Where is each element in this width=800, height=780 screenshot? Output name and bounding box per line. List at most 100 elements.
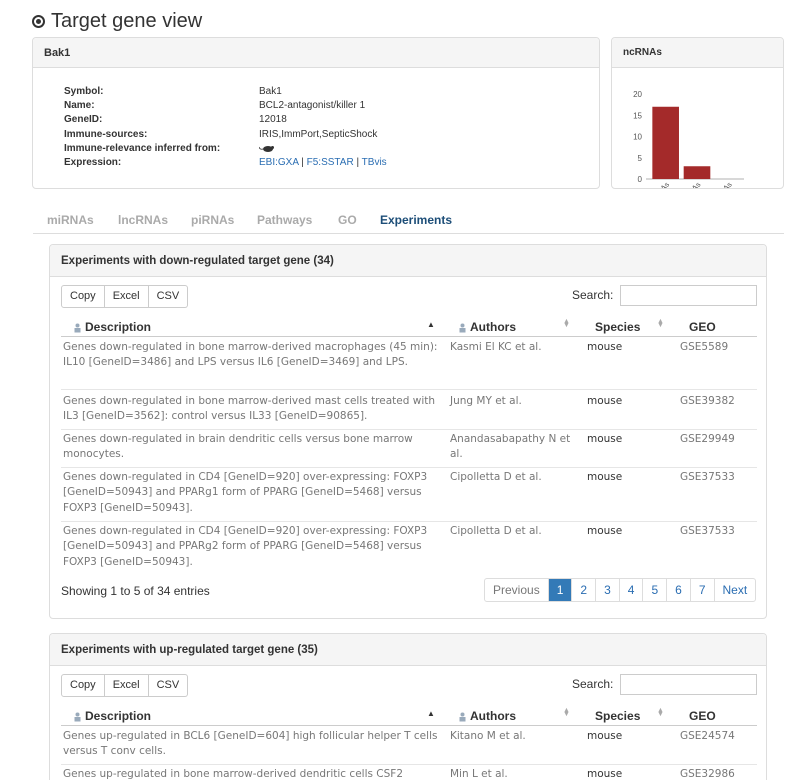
gene-info-panel: Bak1 Symbol: Bak1 Name: BCL2-antagonist/… — [32, 37, 600, 189]
tab-mirnas[interactable]: miRNAs — [47, 213, 94, 227]
geneid-link[interactable]: 12018 — [259, 113, 287, 127]
excel-button[interactable]: Excel — [104, 285, 149, 308]
table-row: Genes down-regulated in bone marrow-deri… — [61, 340, 757, 390]
sort-asc-icon[interactable]: ▲ — [427, 709, 435, 718]
y-tick-label: 20 — [633, 90, 642, 99]
page-6-button[interactable]: 6 — [666, 579, 690, 601]
csv-button[interactable]: CSV — [148, 285, 189, 308]
row-geo: GSE32986 — [680, 768, 735, 780]
page-title-text: Target gene view — [51, 10, 203, 32]
col-geo[interactable]: GEO — [689, 320, 716, 334]
relevance-value — [259, 142, 275, 156]
ncrna-panel-heading: ncRNAs — [612, 38, 783, 68]
page-1-button[interactable]: 1 — [547, 579, 572, 601]
gene-row-symbol: Symbol: Bak1 — [64, 85, 387, 99]
row-description: Genes up-regulated in BCL6 [GeneID=604] … — [63, 730, 438, 758]
mouse-icon[interactable] — [259, 144, 275, 153]
sources-value: IRIS,ImmPort,SepticShock — [259, 128, 378, 140]
row-geo: GSE37533 — [680, 525, 735, 537]
export-buttons: Copy Excel CSV — [61, 674, 189, 697]
search-label: Search: — [572, 288, 614, 302]
ncrna-chart: 0 5 10 15 20 miRNAs lncRNAs piRNAs — [633, 90, 744, 188]
copy-button[interactable]: Copy — [61, 674, 105, 697]
col-species[interactable]: Species — [595, 320, 640, 334]
row-description: Genes down-regulated in CD4 [GeneID=920]… — [63, 471, 428, 514]
tab-go[interactable]: GO — [338, 213, 357, 227]
page-3-button[interactable]: 3 — [595, 579, 619, 601]
f5-sstar-link[interactable]: F5:SSTAR — [307, 157, 354, 168]
copy-button[interactable]: Copy — [61, 285, 105, 308]
row-authors: Cipolletta D et al. — [450, 525, 542, 537]
bar-mirnas — [652, 106, 679, 179]
next-button[interactable]: Next — [713, 579, 756, 601]
row-description: Genes up-regulated in bone marrow-derive… — [63, 768, 404, 780]
ebi-gxa-link[interactable]: EBI:GXA — [259, 157, 298, 168]
col-species[interactable]: Species — [595, 709, 640, 723]
gene-row-relevance: Immune-relevance inferred from: — [64, 142, 387, 156]
row-authors: Kitano M et al. — [450, 730, 526, 742]
col-description[interactable]: Description — [74, 709, 151, 723]
table-row: Genes down-regulated in brain dendritic … — [61, 432, 757, 468]
col-description[interactable]: Description — [74, 320, 151, 334]
search-input[interactable] — [620, 674, 757, 695]
search-label: Search: — [572, 677, 614, 691]
x-tick-label: piRNAs — [709, 180, 734, 188]
row-description: Genes down-regulated in brain dendritic … — [63, 433, 413, 461]
row-description: Genes down-regulated in bone marrow-deri… — [63, 341, 438, 369]
row-species: mouse — [587, 730, 623, 742]
gene-panel-heading: Bak1 — [33, 38, 599, 68]
y-tick-label: 5 — [638, 154, 643, 163]
symbol-link[interactable]: Bak1 — [259, 85, 282, 99]
up-regulated-panel: Experiments with up-regulated target gen… — [49, 633, 767, 780]
gene-row-sources: Immune-sources: IRIS,ImmPort,SepticShock — [64, 128, 387, 142]
col-authors[interactable]: Authors — [459, 320, 516, 334]
row-species: mouse — [587, 341, 623, 353]
sort-both-icon[interactable]: ▲ ▼ — [657, 318, 664, 329]
col-geo[interactable]: GEO — [689, 709, 716, 723]
tab-bar: miRNAs lncRNAs piRNAs Pathways GO Experi… — [33, 208, 784, 234]
sort-both-icon[interactable]: ▲ ▼ — [657, 707, 664, 718]
sort-both-icon[interactable]: ▲ ▼ — [563, 707, 570, 718]
row-species: mouse — [587, 433, 623, 445]
person-icon — [459, 712, 466, 722]
tab-pirnas[interactable]: piRNAs — [191, 213, 234, 227]
col-authors[interactable]: Authors — [459, 709, 516, 723]
page-7-button[interactable]: 7 — [689, 579, 714, 601]
row-geo: GSE5589 — [680, 341, 729, 353]
y-tick-label: 10 — [633, 133, 642, 142]
table-row: Genes down-regulated in CD4 [GeneID=920]… — [61, 524, 757, 576]
target-icon — [32, 15, 45, 28]
sort-both-icon[interactable]: ▲ ▼ — [563, 318, 570, 329]
down-panel-heading: Experiments with down-regulated target g… — [50, 245, 766, 277]
row-description: Genes down-regulated in CD4 [GeneID=920]… — [63, 525, 428, 568]
table-row: Genes up-regulated in bone marrow-derive… — [61, 767, 757, 780]
row-geo: GSE39382 — [680, 395, 735, 407]
name-label: Name: — [64, 100, 95, 112]
name-link[interactable]: BCL2-antagonist/killer 1 — [259, 99, 365, 113]
table-header: Description ▲ Authors ▲ ▼ Species ▲ ▼ GEO — [61, 317, 757, 337]
row-authors: Anandasabapathy N et al. — [450, 433, 571, 461]
excel-button[interactable]: Excel — [104, 674, 149, 697]
row-authors: Min L et al. — [450, 768, 508, 780]
csv-button[interactable]: CSV — [148, 674, 189, 697]
row-species: mouse — [587, 525, 623, 537]
search-input[interactable] — [620, 285, 757, 306]
symbol-label: Symbol: — [64, 86, 104, 97]
sort-asc-icon[interactable]: ▲ — [427, 320, 435, 329]
tab-lncrnas[interactable]: lncRNAs — [118, 213, 168, 227]
gene-details: Symbol: Bak1 Name: BCL2-antagonist/kille… — [64, 85, 387, 170]
tab-pathways[interactable]: Pathways — [257, 213, 312, 227]
y-tick-label: 15 — [633, 111, 642, 120]
tab-experiments[interactable]: Experiments — [380, 213, 452, 227]
page-5-button[interactable]: 5 — [642, 579, 666, 601]
page-4-button[interactable]: 4 — [618, 579, 643, 601]
page-title: Target gene view — [32, 10, 202, 33]
prev-button[interactable]: Previous — [485, 579, 548, 601]
person-icon — [459, 323, 466, 333]
table-row: Genes up-regulated in BCL6 [GeneID=604] … — [61, 729, 757, 765]
relevance-label: Immune-relevance inferred from: — [64, 142, 221, 154]
x-tick-label: lncRNAs — [675, 180, 702, 188]
tbvis-link[interactable]: TBvis — [362, 157, 387, 168]
page-2-button[interactable]: 2 — [571, 579, 595, 601]
x-tick-label: miRNAs — [645, 180, 671, 188]
